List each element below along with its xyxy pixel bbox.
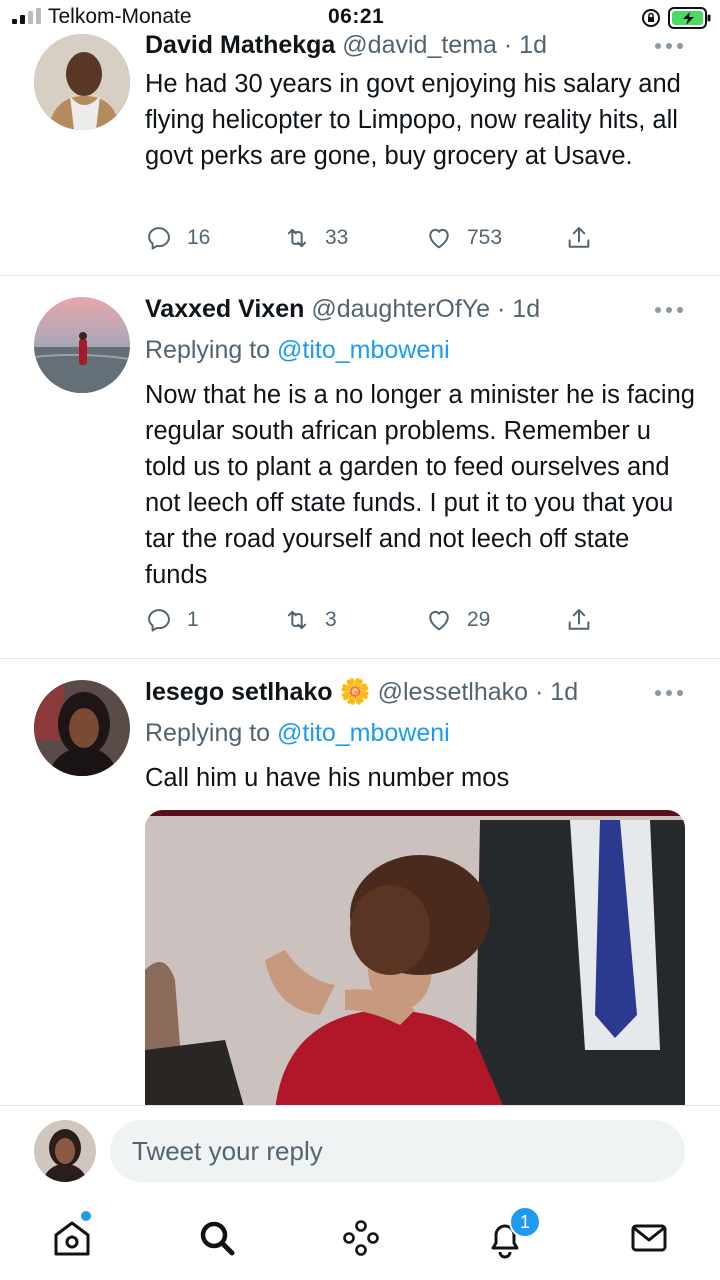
tweet-actions: 16 33 753 — [145, 220, 605, 256]
like-count: 753 — [467, 226, 503, 249]
home-icon — [54, 1221, 90, 1256]
tweet-text: Now that he is a no longer a minister he… — [145, 381, 695, 589]
reply-count: 1 — [187, 608, 199, 631]
replying-to: Replying to @tito_mboweni — [145, 719, 450, 748]
heart-icon — [429, 228, 449, 249]
reply-input[interactable] — [110, 1120, 685, 1182]
reply-button[interactable]: 16 — [145, 220, 210, 256]
replying-to: Replying to @tito_mboweni — [145, 336, 450, 365]
retweet-count: 3 — [325, 608, 337, 631]
reply-count: 16 — [187, 226, 211, 249]
retweet-icon — [287, 228, 307, 248]
share-button[interactable] — [565, 602, 593, 638]
replying-to-label: Replying to — [145, 719, 271, 747]
more-options-icon[interactable] — [654, 306, 684, 314]
retweet-button[interactable]: 33 — [283, 220, 348, 256]
reply-icon — [148, 227, 170, 250]
current-user-avatar[interactable] — [34, 1120, 96, 1182]
share-button[interactable] — [565, 220, 593, 256]
reply-icon — [148, 609, 170, 632]
tab-messages[interactable] — [627, 1216, 671, 1260]
spaces-icon — [343, 1220, 379, 1256]
display-name[interactable]: Vaxxed Vixen — [145, 295, 304, 323]
more-options-icon[interactable] — [654, 689, 684, 697]
avatar-image — [34, 34, 130, 130]
replying-to-label: Replying to — [145, 336, 271, 364]
tweet-media-image[interactable] — [145, 810, 685, 1110]
avatar[interactable] — [34, 680, 130, 776]
tab-home[interactable] — [50, 1216, 94, 1260]
tweet-text: Call him u have his number mos — [145, 764, 510, 792]
display-name[interactable]: David Mathekga — [145, 31, 335, 59]
tweet[interactable]: David Mathekga @david_tema · 1d He had 3… — [0, 0, 720, 276]
avatar-image — [34, 680, 130, 776]
tweet-actions: 1 3 29 — [145, 602, 605, 638]
avatar[interactable] — [34, 297, 130, 393]
notifications-badge: 1 — [509, 1206, 541, 1238]
tweet-header: Vaxxed Vixen @daughterOfYe · 1d — [145, 295, 540, 324]
handle[interactable]: @daughterOfYe — [311, 295, 490, 323]
handle[interactable]: @david_tema — [342, 31, 497, 59]
tweet-header: lesego setlhako 🌼 @lessetlhako · 1d — [145, 678, 578, 707]
tweet-header: David Mathekga @david_tema · 1d — [145, 31, 547, 60]
tweet[interactable]: Vaxxed Vixen @daughterOfYe · 1d Replying… — [0, 276, 720, 658]
share-icon — [568, 609, 590, 630]
timestamp: · 1d — [503, 31, 547, 59]
retweet-button[interactable]: 3 — [283, 602, 337, 638]
retweet-icon — [287, 610, 307, 630]
tab-spaces[interactable] — [339, 1216, 383, 1260]
display-name[interactable]: lesego setlhako — [145, 678, 333, 706]
timestamp: · 1d — [535, 678, 579, 706]
heart-icon — [429, 610, 449, 631]
avatar-image — [34, 1120, 96, 1182]
tab-bar: 1 — [0, 1200, 720, 1280]
messages-icon — [631, 1224, 667, 1252]
share-icon — [568, 227, 590, 248]
sunflower-emoji: 🌼 — [339, 678, 371, 706]
retweet-count: 33 — [325, 226, 349, 249]
avatar[interactable] — [34, 34, 130, 130]
like-button[interactable]: 753 — [425, 220, 502, 256]
like-button[interactable]: 29 — [425, 602, 490, 638]
avatar-image — [34, 297, 130, 393]
handle[interactable]: @lessetlhako — [378, 678, 528, 706]
home-new-indicator — [81, 1211, 91, 1221]
search-icon — [200, 1221, 235, 1256]
like-count: 29 — [467, 608, 491, 631]
tweet-text: He had 30 years in govt enjoying his sal… — [145, 70, 681, 170]
photo — [145, 810, 685, 1110]
reply-bar — [0, 1105, 720, 1201]
reply-button[interactable]: 1 — [145, 602, 199, 638]
more-options-icon[interactable] — [654, 42, 684, 50]
timestamp: · 1d — [497, 295, 541, 323]
mention-link[interactable]: @tito_mboweni — [277, 336, 450, 364]
tab-search[interactable] — [195, 1216, 239, 1260]
mention-link[interactable]: @tito_mboweni — [277, 719, 450, 747]
